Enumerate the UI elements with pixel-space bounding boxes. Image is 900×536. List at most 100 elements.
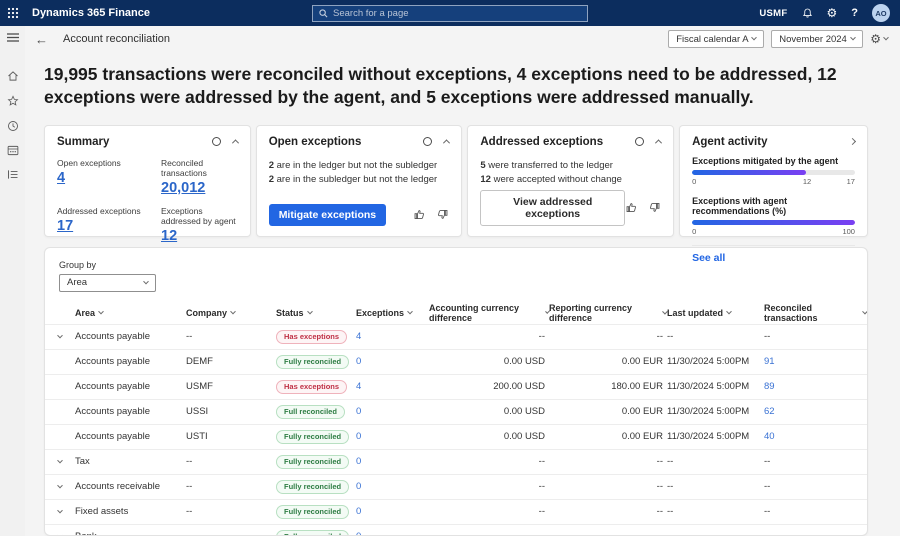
cell-reconciled-link[interactable]: 89 (764, 381, 867, 392)
col-header-exceptions[interactable]: Exceptions (356, 308, 429, 318)
row-expand-chevron-icon[interactable] (57, 508, 63, 514)
card-title: Open exceptions (269, 136, 362, 148)
global-search[interactable] (312, 5, 588, 22)
notifications-bell-icon[interactable] (802, 7, 813, 19)
collapse-chevron-icon[interactable] (443, 139, 450, 146)
help-icon[interactable]: ? (851, 8, 858, 19)
metric-value-link[interactable]: 17 (57, 218, 73, 234)
cell-reconciled: -- (764, 331, 867, 342)
cell-exceptions-link[interactable]: 4 (356, 381, 429, 392)
top-app-bar: Dynamics 365 Finance USMF ⚙ ? AO (0, 0, 900, 26)
status-badge: Has exceptions (276, 380, 347, 394)
cell-last-updated: -- (667, 506, 764, 517)
modules-list-icon[interactable] (7, 169, 19, 180)
thumbs-down-icon[interactable] (436, 208, 449, 221)
cell-reporting-diff: -- (549, 331, 667, 342)
open-exceptions-card: Open exceptions 2 are in the ledger but … (256, 125, 463, 237)
cell-exceptions-link[interactable]: 4 (356, 331, 429, 342)
col-header-company[interactable]: Company (186, 308, 276, 318)
search-input[interactable] (333, 8, 581, 19)
sort-chevron-icon (230, 309, 236, 315)
page-settings-gear-icon[interactable]: ⚙ (870, 32, 888, 46)
chevron-right-icon[interactable] (849, 138, 856, 145)
company-picker[interactable]: USMF (759, 8, 787, 19)
collapse-chevron-icon[interactable] (655, 139, 662, 146)
sort-chevron-icon (307, 309, 313, 315)
back-arrow-icon[interactable]: ← (35, 33, 48, 46)
table-row[interactable]: Accounts payable -- Has exceptions 4 -- … (45, 324, 867, 349)
cell-area: Tax (75, 456, 186, 467)
table-row[interactable]: Fixed assets -- Fully reconciled 0 -- --… (45, 499, 867, 524)
cell-status: Fully reconciled (276, 530, 356, 536)
cell-exceptions-link[interactable]: 0 (356, 406, 429, 417)
col-header-last-updated[interactable]: Last updated (667, 308, 764, 318)
refresh-status-icon[interactable] (635, 137, 644, 146)
row-expand-chevron-icon[interactable] (57, 333, 63, 339)
cell-exceptions-link[interactable]: 0 (356, 481, 429, 492)
settings-gear-icon[interactable]: ⚙ (827, 7, 838, 19)
thumbs-up-icon[interactable] (413, 208, 426, 221)
col-header-status[interactable]: Status (276, 308, 356, 318)
cell-exceptions-link[interactable]: 0 (356, 456, 429, 467)
metric-value-link[interactable]: 20,012 (161, 180, 205, 196)
cell-exceptions-link[interactable]: 0 (356, 531, 429, 536)
metric-value-link[interactable]: 4 (57, 170, 65, 186)
thumbs-up-icon[interactable] (625, 201, 638, 214)
left-nav-rail (0, 26, 25, 536)
chevron-down-icon (883, 35, 889, 41)
table-row[interactable]: Accounts payable DEMF Fully reconciled 0… (45, 349, 867, 374)
cell-last-updated: -- (667, 456, 764, 467)
cell-area: Bank (75, 531, 186, 536)
table-row[interactable]: Accounts payable USTI Fully reconciled 0… (45, 424, 867, 449)
cell-exceptions-link[interactable]: 0 (356, 506, 429, 517)
chevron-down-icon (751, 35, 757, 41)
favorites-star-icon[interactable] (7, 95, 19, 107)
view-addressed-exceptions-button[interactable]: View addressed exceptions (480, 190, 625, 226)
collapse-chevron-icon[interactable] (232, 139, 239, 146)
sort-chevron-icon (407, 309, 413, 315)
app-launcher-icon[interactable] (0, 0, 26, 26)
cell-reconciled-link[interactable]: 91 (764, 356, 867, 367)
cell-last-updated: 11/30/2024 5:00PM (667, 356, 764, 367)
period-dropdown[interactable]: November 2024 (771, 30, 863, 48)
row-expand-chevron-icon[interactable] (57, 483, 63, 489)
table-row[interactable]: Accounts receivable -- Fully reconciled … (45, 474, 867, 499)
col-header-reporting-diff[interactable]: Reporting currency difference (549, 303, 667, 323)
cell-accounting-diff: 0.00 USD (429, 356, 549, 367)
table-row[interactable]: Accounts payable USSI Full reconciled 0 … (45, 399, 867, 424)
cell-reporting-diff: 0.00 EUR (549, 406, 667, 417)
cell-exceptions-link[interactable]: 0 (356, 356, 429, 367)
bar-label: Exceptions mitigated by the agent (692, 156, 855, 166)
table-row[interactable]: Tax -- Fully reconciled 0 -- -- -- -- (45, 449, 867, 474)
card-title: Agent activity (692, 136, 767, 148)
recent-clock-icon[interactable] (7, 120, 19, 132)
cell-last-updated: -- (667, 531, 764, 536)
insight-cards-row: Summary Open exceptions 4 Reconciled tra… (44, 125, 868, 237)
hamburger-menu-icon[interactable] (7, 33, 19, 42)
cell-reconciled-link[interactable]: 40 (764, 431, 867, 442)
metric-value-link[interactable]: 12 (161, 228, 177, 244)
cell-area: Accounts payable (75, 431, 186, 442)
app-title[interactable]: Dynamics 365 Finance (32, 7, 150, 19)
col-header-accounting-diff[interactable]: Accounting currency difference (429, 303, 549, 323)
row-expand-chevron-icon[interactable] (57, 533, 63, 536)
workspaces-icon[interactable] (7, 145, 19, 156)
row-expand-chevron-icon[interactable] (57, 458, 63, 464)
table-row[interactable]: Accounts payable USMF Has exceptions 4 2… (45, 374, 867, 399)
col-header-reconciled[interactable]: Reconciled transactions (764, 303, 867, 323)
cell-exceptions-link[interactable]: 0 (356, 431, 429, 442)
home-icon[interactable] (7, 70, 19, 82)
col-header-area[interactable]: Area (75, 308, 186, 318)
cell-status: Has exceptions (276, 330, 356, 344)
refresh-status-icon[interactable] (423, 137, 432, 146)
refresh-status-icon[interactable] (212, 137, 221, 146)
mitigate-exceptions-button[interactable]: Mitigate exceptions (269, 204, 386, 226)
see-all-link[interactable]: See all (692, 252, 725, 264)
cell-reporting-diff: -- (549, 481, 667, 492)
user-avatar[interactable]: AO (872, 4, 890, 22)
table-row[interactable]: Bank -- Fully reconciled 0 -- -- -- -- (45, 524, 867, 536)
fiscal-calendar-dropdown[interactable]: Fiscal calendar A (668, 30, 764, 48)
group-by-select[interactable]: Area (59, 274, 156, 292)
cell-reconciled-link[interactable]: 62 (764, 406, 867, 417)
thumbs-down-icon[interactable] (648, 201, 661, 214)
